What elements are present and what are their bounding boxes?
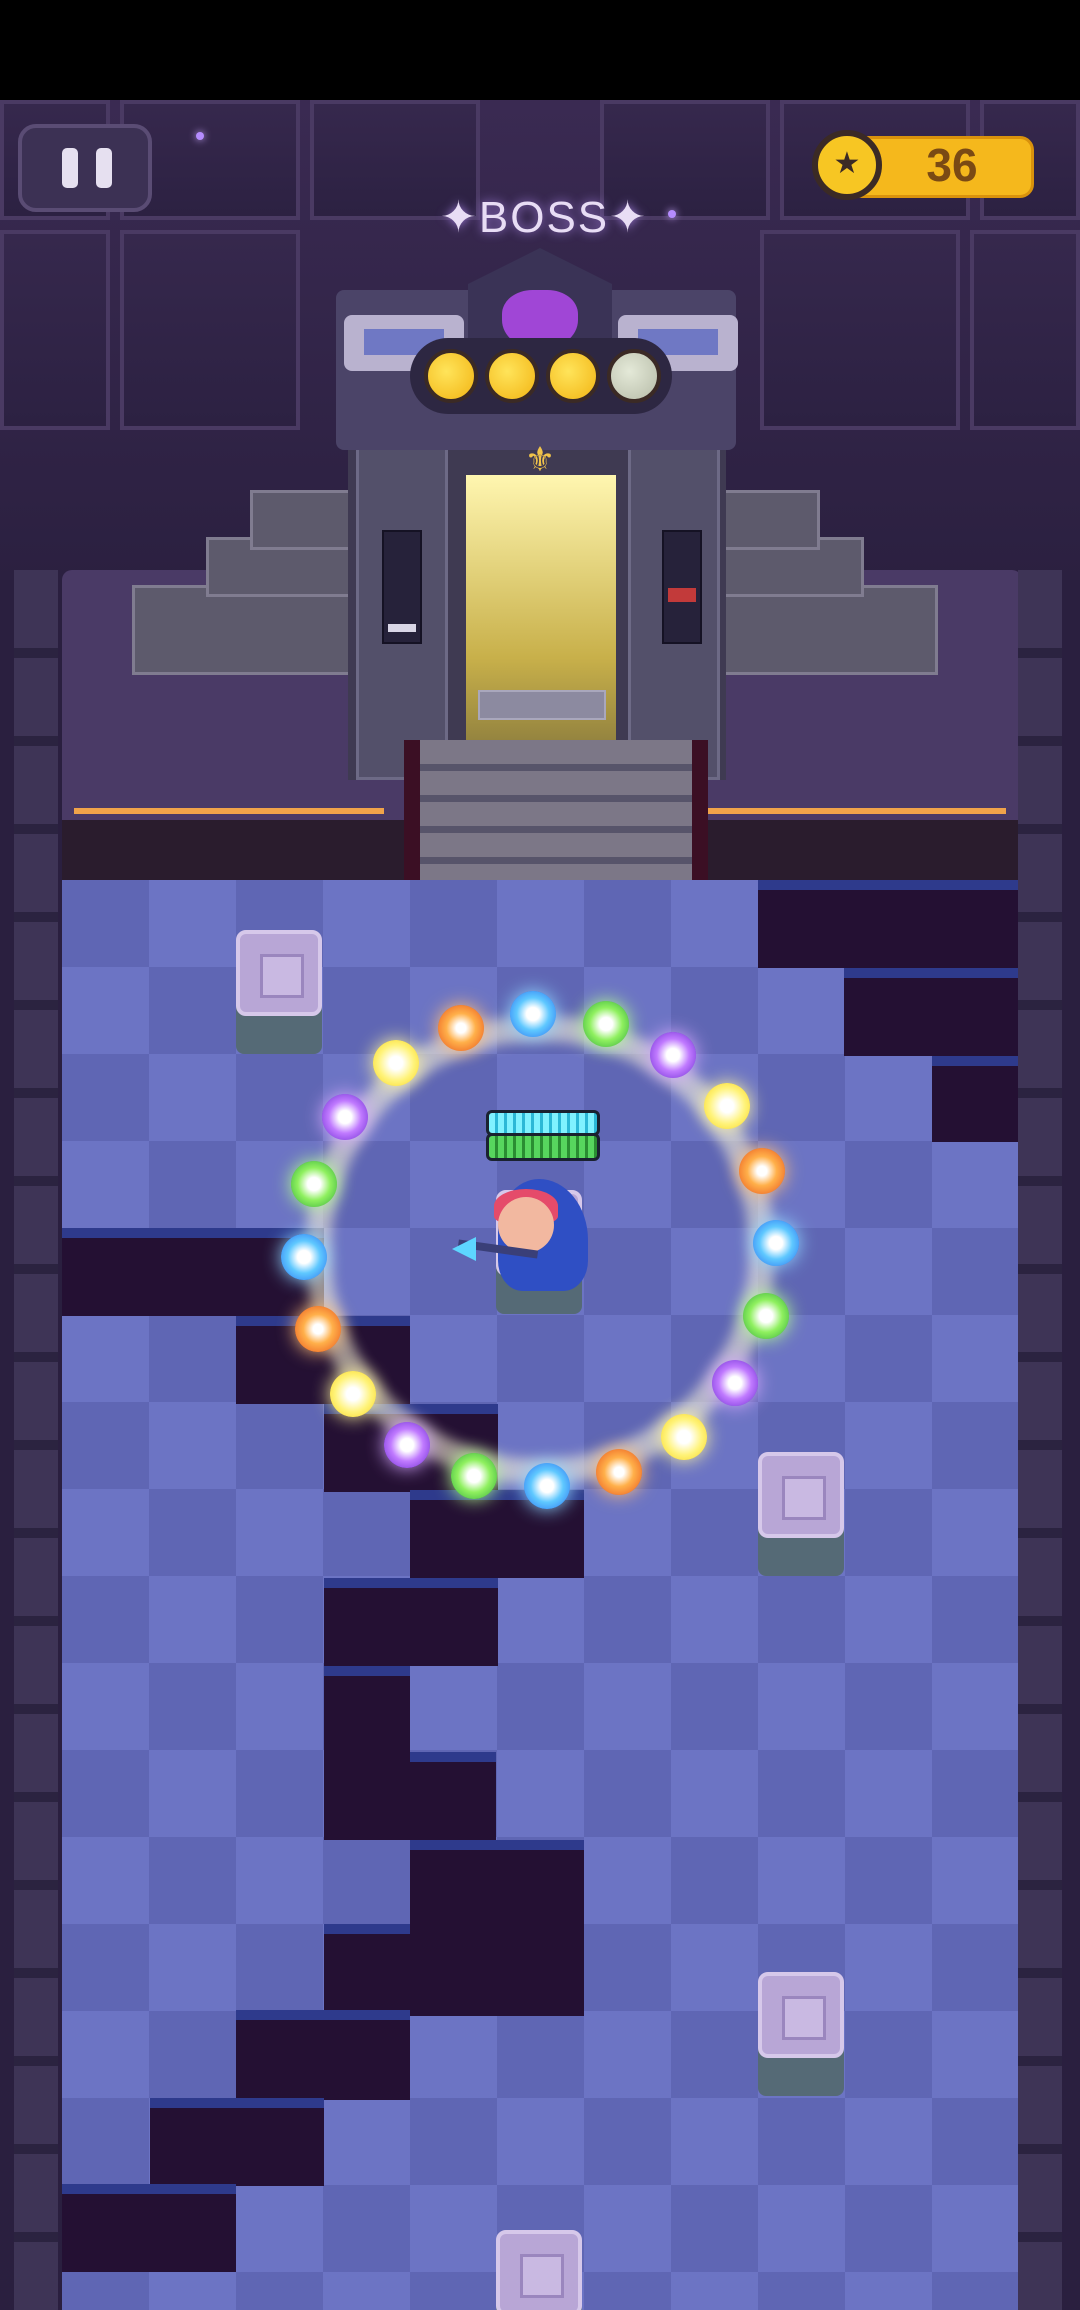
status-bar: [0, 0, 1080, 100]
side-wall-left: [14, 570, 58, 2310]
ledge-rail-right: [696, 808, 1006, 814]
yellow-orb: [661, 1413, 708, 1460]
door-plate: [478, 690, 606, 720]
gate-slot-left: [382, 530, 422, 644]
pit-hole: [758, 880, 1018, 968]
pit-hole: [932, 1056, 1018, 1142]
life-coin-icon: [424, 349, 478, 403]
side-wall-right: [1018, 570, 1062, 2310]
green-orb: [450, 1453, 497, 1500]
stone-stair-left: [132, 585, 362, 675]
green-orb: [583, 1000, 630, 1047]
life-coin-icon: [485, 349, 539, 403]
coin-count: 36: [926, 139, 978, 191]
stone-stair-right: [718, 585, 938, 675]
blue-orb: [510, 991, 557, 1038]
pit-hole: [62, 2184, 236, 2272]
stone-pillar: [236, 930, 322, 1054]
life-coin-empty-icon: [607, 349, 661, 403]
stone-pillar: [758, 1972, 844, 2096]
spear-tip-icon: [452, 1237, 476, 1261]
ledge-rail-left: [74, 808, 384, 814]
player-health-bar: [486, 1133, 600, 1161]
blue-orb: [752, 1220, 799, 1267]
gate-doorway-light[interactable]: [466, 475, 616, 780]
orange-orb: [437, 1004, 484, 1051]
pit-hole: [410, 1840, 584, 2016]
star-sparkle: [196, 132, 204, 140]
purple-orb: [711, 1360, 758, 1407]
blue-orb: [281, 1233, 328, 1280]
blue-orb: [523, 1462, 570, 1509]
pit-hole: [410, 1752, 496, 1840]
orange-orb: [739, 1147, 786, 1194]
purple-orb: [322, 1093, 369, 1140]
pause-button[interactable]: [18, 124, 152, 212]
green-orb: [290, 1160, 337, 1207]
background-window: [0, 230, 110, 430]
pit-hole: [324, 1666, 410, 1840]
gate-slot-right: [662, 530, 702, 644]
player-hero[interactable]: [452, 1175, 598, 1295]
boss-lives-bar: [410, 338, 672, 414]
background-window: [760, 230, 960, 430]
background-window: [120, 230, 300, 430]
pit-hole: [150, 2098, 324, 2186]
purple-orb: [650, 1032, 697, 1079]
game-view[interactable]: ✦BOSS✦ ⚜ ★ 36: [0, 100, 1080, 2310]
pit-hole: [324, 1578, 498, 1666]
boss-label: ✦BOSS✦: [440, 193, 649, 242]
stone-pillar: [496, 2230, 582, 2310]
life-coin-icon: [546, 349, 600, 403]
pit-hole: [844, 968, 1018, 1056]
pit-hole: [62, 1228, 324, 1316]
star-sparkle: [668, 210, 676, 218]
star-coin-icon: ★: [812, 130, 882, 200]
stone-stair-left: [250, 490, 362, 550]
orange-orb: [294, 1306, 341, 1353]
background-window: [970, 230, 1080, 430]
coin-counter: ★ 36: [812, 130, 1038, 200]
fleur-de-lis-icon: ⚜: [524, 440, 556, 480]
pit-hole: [236, 2010, 410, 2098]
yellow-orb: [703, 1082, 750, 1129]
yellow-orb: [372, 1040, 419, 1087]
stone-stair-right: [718, 490, 820, 550]
purple-orb: [383, 1421, 430, 1468]
stone-pillar: [758, 1452, 844, 1576]
